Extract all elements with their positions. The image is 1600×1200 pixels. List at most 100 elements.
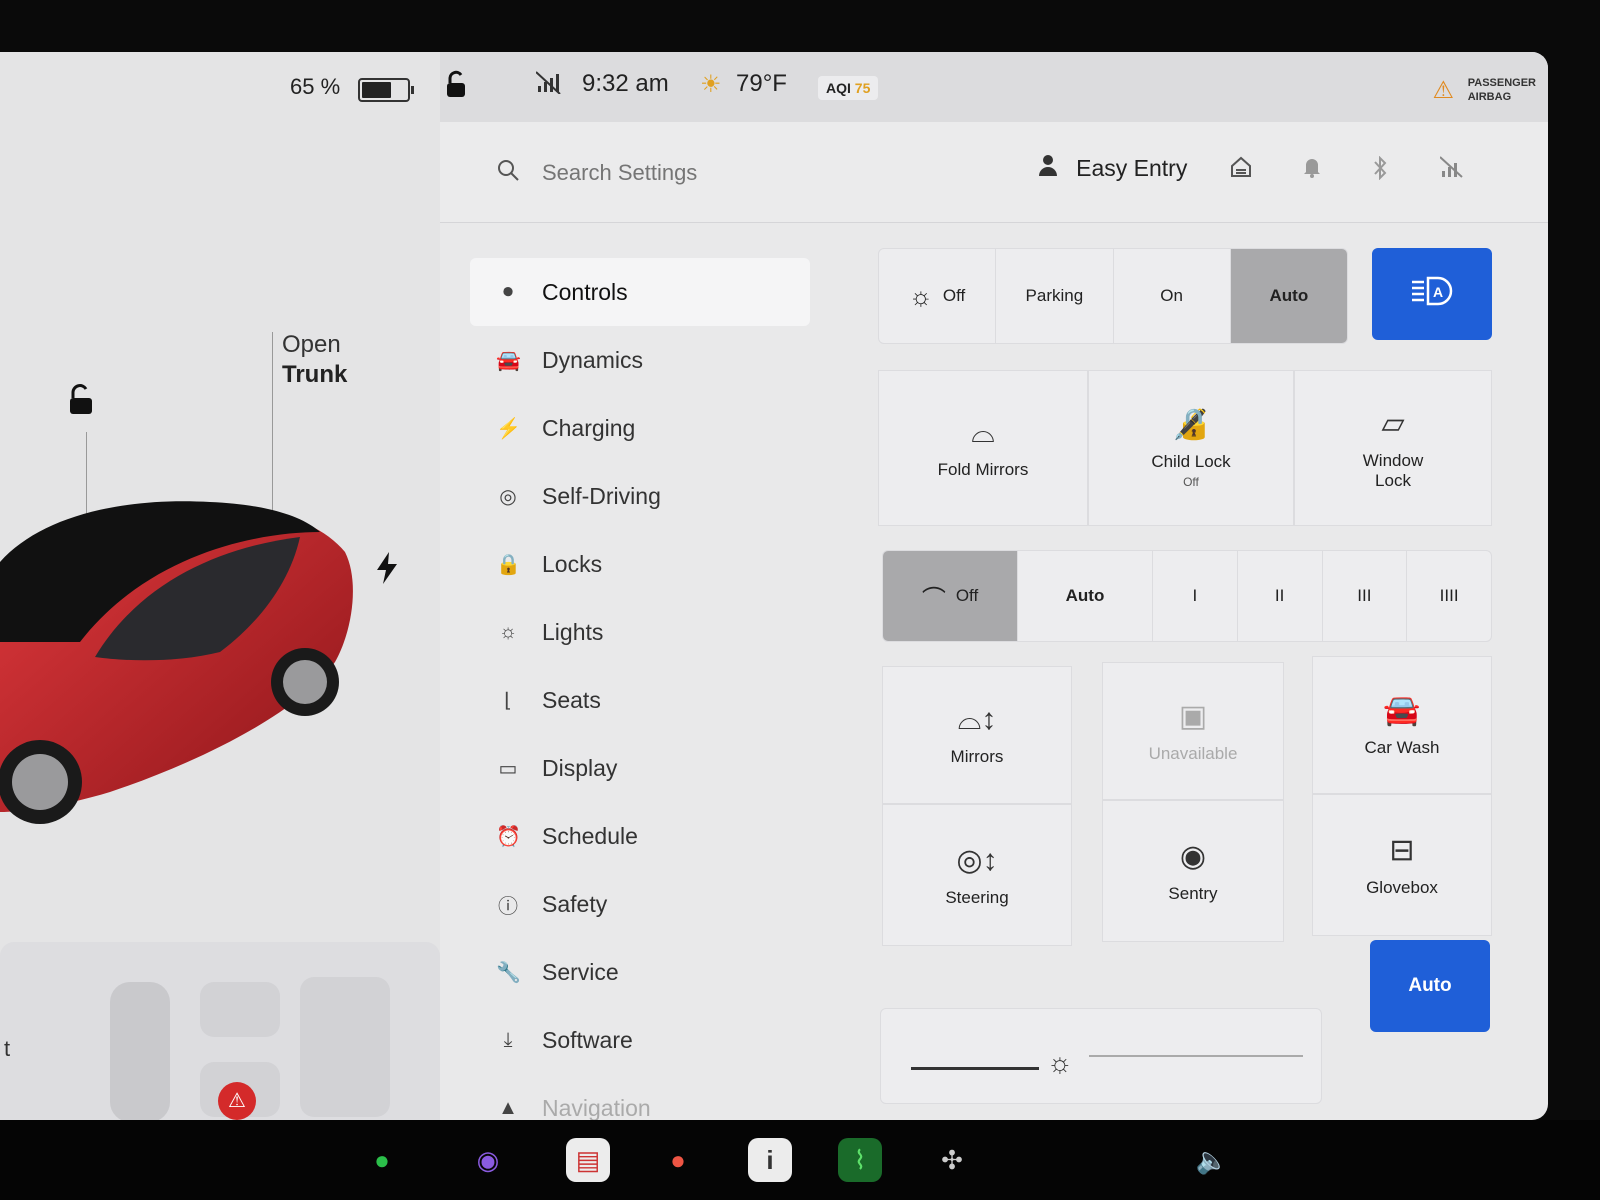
sentry-button[interactable]: ◉ Sentry [1102, 800, 1284, 942]
wipers-control: ⌒ Off Auto I II III IIII [882, 550, 1492, 642]
window-lock-button[interactable]: ▱ Window Lock [1294, 370, 1492, 526]
profile-name: Easy Entry [1076, 155, 1188, 181]
trunk-label-line2: Trunk [282, 361, 348, 388]
camera-icon[interactable]: ◉ [466, 1138, 510, 1182]
battery-percent: 65 % [290, 74, 341, 99]
bluetooth-icon[interactable] [1372, 155, 1388, 186]
car-icon: 🚘 [496, 349, 521, 372]
bell-icon[interactable] [1302, 156, 1322, 184]
temperature: 79°F [736, 70, 787, 97]
no-signal-header-icon [1439, 156, 1464, 184]
wipers-speed-3-option[interactable]: III [1323, 551, 1408, 641]
nav-item-navigation[interactable]: ▲ Navigation [470, 1074, 810, 1121]
headlights-parking-option[interactable]: Parking [996, 249, 1114, 343]
passenger-airbag-status: PASSENGER AIRBAG [1467, 77, 1536, 103]
person-icon [1038, 155, 1064, 181]
steering-adjust-icon: ◎↕ [956, 843, 998, 877]
aqi-badge: AQI 75 [818, 76, 879, 100]
light-icon: ☼ [909, 280, 933, 311]
manual-icon[interactable]: i [748, 1138, 792, 1182]
lock-status-icon[interactable] [444, 70, 468, 105]
phone-icon[interactable]: ● [360, 1138, 404, 1182]
safety-icon: ⓘ [498, 895, 518, 918]
nav-item-software[interactable]: ⤓ Software [470, 1006, 810, 1074]
child-lock-icon: 🔏 [1172, 408, 1210, 441]
lock-icon: 🔒 [496, 553, 521, 576]
headlights-control: ☼ Off Parking On Auto [878, 248, 1348, 344]
auto-high-beam-icon: A [1410, 276, 1454, 312]
battery-icon [358, 78, 414, 102]
navigation-icon: ▲ [498, 1096, 518, 1119]
nav-item-safety[interactable]: ⓘ Safety [470, 870, 810, 938]
homelink-icon[interactable] [1230, 156, 1252, 184]
touchscreen: 65 % Open Trunk t ⚠ 9:32 am ☀ 79°F AQI 7… [0, 52, 1548, 1120]
driver-profile-button[interactable]: Easy Entry [1038, 154, 1187, 182]
mirror-icon: ⌓ [971, 416, 995, 449]
glovebox-button[interactable]: ⊟ Glovebox [1312, 794, 1492, 936]
status-bar: 9:32 am ☀ 79°F AQI 75 ⚠ PASSENGER AIRBAG [440, 52, 1548, 122]
nav-item-schedule[interactable]: ⏰ Schedule [470, 802, 810, 870]
sentry-icon: ◉ [1179, 839, 1207, 873]
svg-text:A: A [1433, 284, 1443, 300]
calendar-icon[interactable]: ▤ [566, 1138, 610, 1182]
steering-adjust-button[interactable]: ◎↕ Steering [882, 804, 1072, 946]
charge-port-icon[interactable] [375, 552, 399, 591]
nav-item-self-driving[interactable]: ◎ Self-Driving [470, 462, 810, 530]
energy-icon[interactable]: ⌇ [838, 1138, 882, 1182]
app-dock: ● ◉ ▤ ● i ⌇ ✣ 🔈 [0, 1120, 1600, 1200]
nav-item-lights[interactable]: ☼ Lights [470, 598, 810, 666]
window-lock-icon: ▱ [1381, 406, 1405, 440]
nav-item-dynamics[interactable]: 🚘 Dynamics [470, 326, 810, 394]
light-icon: ☼ [498, 620, 518, 643]
headlights-on-option[interactable]: On [1114, 249, 1231, 343]
wrench-icon: 🔧 [496, 961, 521, 984]
wipers-speed-4-option[interactable]: IIII [1407, 551, 1491, 641]
clock: 9:32 am [582, 70, 669, 97]
glovebox-icon: ⊟ [1389, 833, 1415, 867]
nav-item-locks[interactable]: 🔒 Locks [470, 530, 810, 598]
car-wash-button[interactable]: 🚘 Car Wash [1312, 656, 1492, 794]
nav-item-charging[interactable]: ⚡ Charging [470, 394, 810, 462]
volume-icon[interactable]: 🔈 [1190, 1138, 1234, 1182]
wipers-auto-option[interactable]: Auto [1018, 551, 1153, 641]
seat-icon: ⌊ [504, 689, 512, 712]
car-model-image [0, 501, 353, 824]
wipers-off-option[interactable]: ⌒ Off [883, 551, 1018, 641]
unavailable-button: ▣ Unavailable [1102, 662, 1284, 800]
display-icon: ▭ [498, 757, 518, 780]
bolt-icon: ⚡ [496, 417, 521, 440]
display-brightness-slider[interactable]: ☼ [880, 1008, 1322, 1104]
media-apps-icon[interactable]: ● [656, 1138, 700, 1182]
nav-item-seats[interactable]: ⌊ Seats [470, 666, 810, 734]
passenger-airbag-icon: ⚠ [1432, 77, 1454, 104]
seatbelt-warning-icon: ⚠ [218, 1082, 256, 1120]
mirrors-adjust-button[interactable]: ⌓↕ Mirrors [882, 666, 1072, 804]
battery-level-fill [362, 82, 391, 98]
nav-item-display[interactable]: ▭ Display [470, 734, 810, 802]
wipers-speed-2-option[interactable]: II [1238, 551, 1323, 641]
unavailable-icon: ▣ [1178, 699, 1208, 733]
open-trunk-button[interactable]: Open Trunk [282, 330, 347, 390]
child-lock-button[interactable]: 🔏 Child Lock Off [1088, 370, 1294, 526]
steering-wheel-icon: ◎ [499, 485, 517, 508]
no-signal-icon [535, 70, 562, 101]
wipers-speed-1-option[interactable]: I [1153, 551, 1238, 641]
door-unlock-icon[interactable] [64, 382, 98, 424]
headlights-auto-option[interactable]: Auto [1230, 249, 1347, 343]
car-panel: 65 % Open Trunk t ⚠ [0, 52, 440, 1120]
search-icon [496, 158, 520, 189]
seat-panel-text: t [4, 1036, 11, 1061]
brightness-auto-button[interactable]: Auto [1370, 940, 1490, 1032]
nav-item-controls[interactable]: ⏺ Controls [470, 258, 810, 326]
fold-mirrors-button[interactable]: ⌓ Fold Mirrors [878, 370, 1088, 526]
schedule-icon: ⏰ [496, 825, 521, 848]
climate-fan-icon[interactable]: ✣ [930, 1138, 974, 1182]
wiper-icon: ⌒ [921, 585, 946, 613]
nav-item-service[interactable]: 🔧 Service [470, 938, 810, 1006]
settings-header: Easy Entry [440, 122, 1548, 223]
brightness-icon: ☼ [1047, 1047, 1073, 1078]
headlights-off-option[interactable]: ☼ Off [879, 249, 997, 343]
toggle-icon: ⏺ [503, 280, 513, 303]
search-input[interactable] [540, 154, 844, 192]
auto-high-beam-button[interactable]: A [1372, 248, 1492, 340]
